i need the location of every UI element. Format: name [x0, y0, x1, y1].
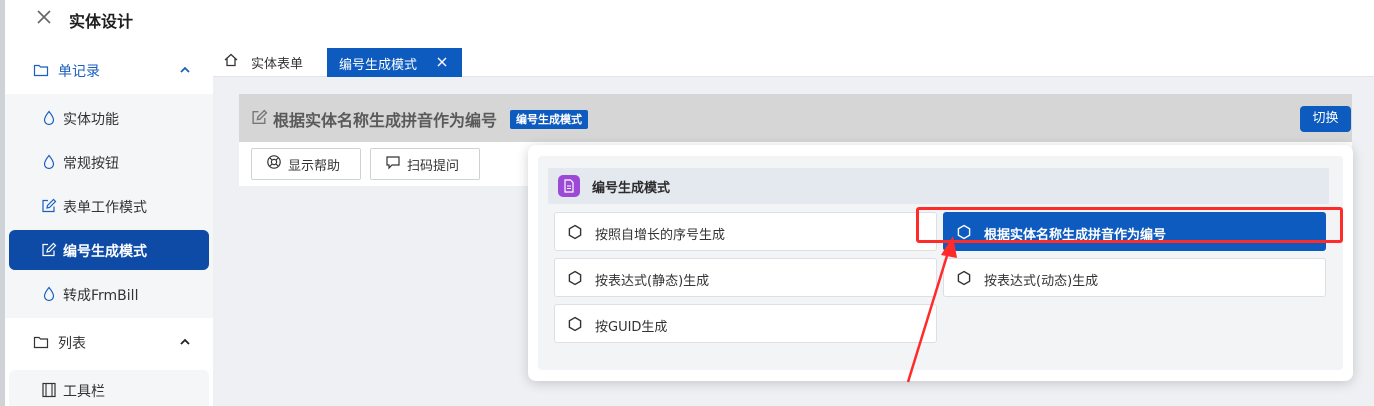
home-icon — [223, 52, 239, 72]
show-help-button[interactable]: 显示帮助 — [251, 148, 361, 180]
hexagon-icon — [567, 224, 583, 240]
sidebar-item-label: 常规按钮 — [63, 156, 119, 172]
sidebar-item-label: 表单工作模式 — [63, 200, 147, 216]
sidebar-group-list[interactable]: 列表 — [5, 318, 213, 366]
edit-icon — [41, 198, 57, 214]
film-icon — [41, 382, 57, 398]
option-label: 按表达式(动态)生成 — [984, 274, 1099, 289]
document-icon — [558, 175, 580, 197]
page-title: 根据实体名称生成拼音作为编号 — [273, 111, 498, 130]
sidebar: 单记录 实体功能 常规按钮 表单工作模式 编号生成模式 转成FrmBill 列表… — [5, 46, 213, 406]
folder-icon — [33, 62, 49, 78]
app-header: 实体设计 — [5, 0, 1374, 46]
sidebar-group-single-record[interactable]: 单记录 — [5, 46, 213, 94]
sidebar-item-entity-function[interactable]: 实体功能 — [9, 98, 209, 138]
option-label: 按GUID生成 — [595, 320, 668, 335]
hexagon-icon — [956, 224, 972, 240]
hexagon-icon — [567, 316, 583, 332]
drop-icon — [41, 110, 57, 126]
tab-bar: 实体表单 编号生成模式 — [213, 46, 1374, 77]
option-label: 按表达式(静态)生成 — [595, 274, 710, 289]
switch-button[interactable]: 切换 — [1300, 106, 1351, 132]
sidebar-group-label: 列表 — [58, 336, 86, 352]
popup-header: 编号生成模式 — [548, 168, 1329, 204]
sidebar-item-label: 工具栏 — [63, 384, 105, 400]
tab-numbering-mode[interactable]: 编号生成模式 — [327, 48, 462, 77]
edit-icon — [251, 109, 268, 126]
option-label: 根据实体名称生成拼音作为编号 — [984, 228, 1167, 243]
mode-badge: 编号生成模式 — [510, 110, 588, 129]
close-icon[interactable] — [436, 56, 448, 68]
numbering-mode-popup: 编号生成模式 按照自增长的序号生成 根据实体名称生成拼音作为编号 按表达式(静态… — [528, 145, 1353, 381]
sidebar-item-label: 实体功能 — [63, 112, 119, 128]
toolbar-button-label: 显示帮助 — [288, 158, 341, 174]
option-guid[interactable]: 按GUID生成 — [554, 304, 937, 343]
option-label: 按照自增长的序号生成 — [595, 228, 726, 243]
toolbar-button-label: 扫码提问 — [407, 158, 460, 174]
sidebar-item-to-frmbill[interactable]: 转成FrmBill — [9, 274, 209, 314]
sidebar-item-label: 转成FrmBill — [63, 288, 139, 304]
app-title: 实体设计 — [69, 12, 134, 31]
option-pinyin-from-name[interactable]: 根据实体名称生成拼音作为编号 — [943, 212, 1326, 251]
popup-title: 编号生成模式 — [592, 181, 671, 196]
sidebar-item-label: 编号生成模式 — [63, 244, 147, 260]
folder-icon — [33, 334, 49, 350]
scan-ask-button[interactable]: 扫码提问 — [370, 148, 480, 180]
chat-icon — [385, 154, 401, 174]
tab-label: 实体表单 — [251, 56, 304, 72]
sidebar-item-numbering-mode[interactable]: 编号生成模式 — [9, 230, 209, 270]
drop-icon — [41, 154, 57, 170]
drop-icon — [41, 286, 57, 302]
sidebar-group-label: 单记录 — [58, 64, 100, 80]
sidebar-item-toolbar[interactable]: 工具栏 — [9, 370, 209, 406]
hexagon-icon — [567, 270, 583, 286]
chevron-up-icon[interactable] — [179, 64, 191, 76]
sidebar-item-form-work-mode[interactable]: 表单工作模式 — [9, 186, 209, 226]
sidebar-item-common-buttons[interactable]: 常规按钮 — [9, 142, 209, 182]
close-icon[interactable] — [35, 8, 53, 26]
chevron-up-icon[interactable] — [179, 336, 191, 348]
tab-entity-form[interactable]: 实体表单 — [223, 50, 303, 74]
popup-body: 编号生成模式 按照自增长的序号生成 根据实体名称生成拼音作为编号 按表达式(静态… — [538, 156, 1343, 370]
lifebuoy-icon — [266, 154, 282, 174]
hexagon-icon — [956, 270, 972, 286]
tab-label: 编号生成模式 — [339, 58, 418, 73]
option-auto-increment[interactable]: 按照自增长的序号生成 — [554, 212, 937, 251]
option-expression-static[interactable]: 按表达式(静态)生成 — [554, 258, 937, 297]
sidebar-submenu: 实体功能 常规按钮 表单工作模式 编号生成模式 转成FrmBill — [5, 94, 213, 318]
edit-icon — [41, 242, 57, 258]
content-header: 根据实体名称生成拼音作为编号 编号生成模式 切换 — [239, 94, 1352, 142]
option-expression-dynamic[interactable]: 按表达式(动态)生成 — [943, 258, 1326, 297]
